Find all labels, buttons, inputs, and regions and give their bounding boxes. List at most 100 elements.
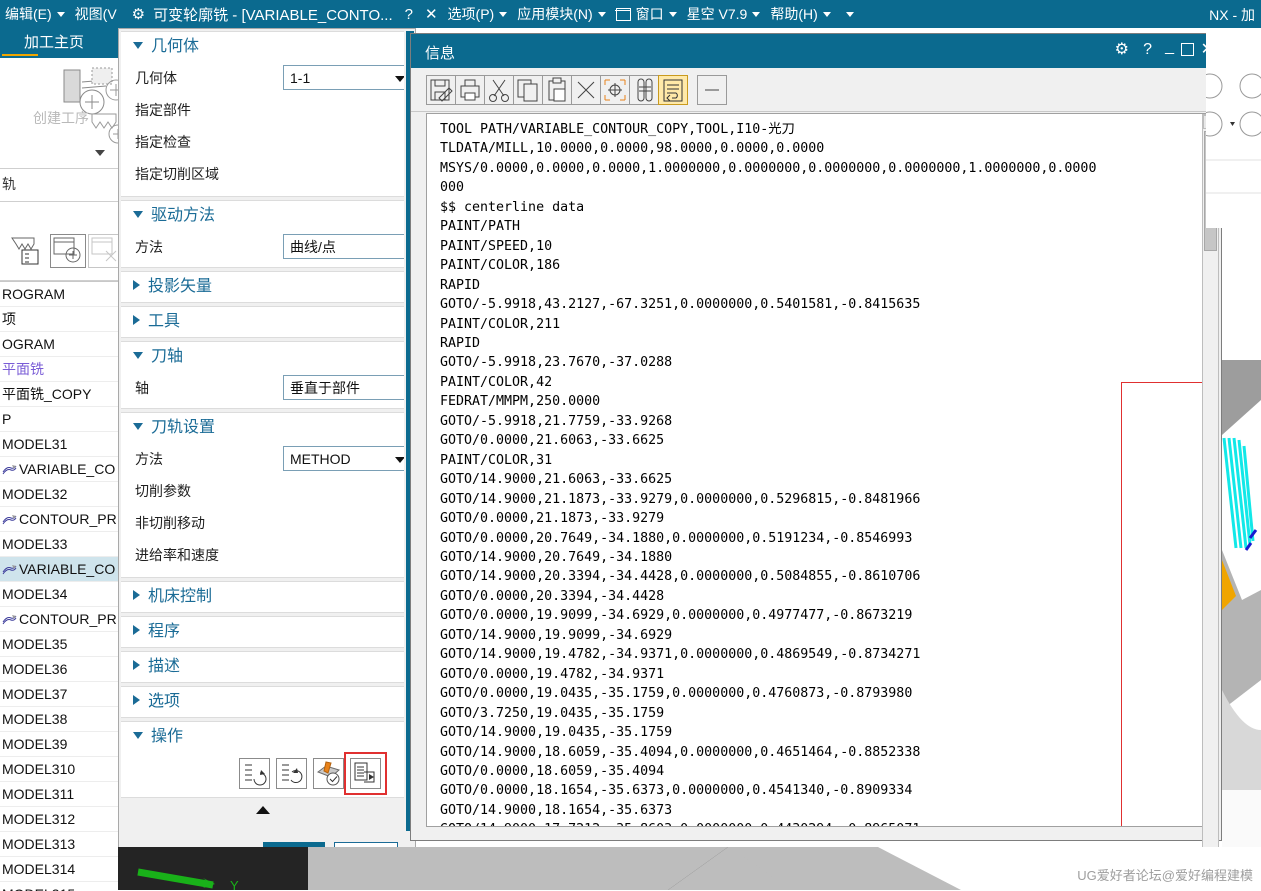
create-program-button[interactable] bbox=[50, 234, 86, 268]
group-description-header[interactable]: 描述 bbox=[121, 652, 404, 682]
group-drive-method-header[interactable]: 驱动方法 bbox=[121, 201, 404, 231]
specify-part-action[interactable]: 指定部件 bbox=[121, 94, 404, 126]
tree-row[interactable]: CONTOUR_PR bbox=[0, 507, 118, 532]
information-window-titlebar[interactable]: 信息 ⚙ ? _ ✕ bbox=[411, 34, 1219, 68]
svg-text:Y: Y bbox=[230, 878, 239, 890]
feeds-speeds-action[interactable]: 进给率和速度 bbox=[121, 539, 404, 571]
tree-row[interactable]: MODEL312 bbox=[0, 807, 118, 832]
save-as-icon[interactable] bbox=[426, 74, 456, 105]
tree-row[interactable]: VARIABLE_CO bbox=[0, 557, 118, 582]
tree-row[interactable]: OGRAM bbox=[0, 332, 118, 357]
tree-row-label: MODEL35 bbox=[2, 636, 68, 652]
group-tool-header[interactable]: 工具 bbox=[121, 307, 404, 337]
close-icon[interactable]: ✕ bbox=[425, 5, 438, 23]
tree-row-label: MODEL37 bbox=[2, 686, 68, 702]
tree-row[interactable]: CONTOUR_PR bbox=[0, 607, 118, 632]
tree-row[interactable]: MODEL31 bbox=[0, 432, 118, 457]
non-cutting-moves-label: 非切削移动 bbox=[135, 515, 205, 531]
graphics-viewport[interactable] bbox=[1222, 360, 1261, 860]
list-toolpath-button[interactable] bbox=[344, 752, 387, 795]
generate-toolpath-button[interactable] bbox=[239, 758, 270, 789]
tree-row[interactable]: P bbox=[0, 407, 118, 432]
tool-axis-select[interactable]: 垂直于部件 bbox=[283, 375, 404, 400]
tree-row[interactable]: MODEL32 bbox=[0, 482, 118, 507]
cutting-parameters-action[interactable]: 切削参数 bbox=[121, 475, 404, 507]
chevron-down-icon bbox=[822, 11, 831, 17]
group-program-header[interactable]: 程序 bbox=[121, 617, 404, 647]
cut-icon[interactable] bbox=[484, 74, 514, 105]
group-options-header[interactable]: 选项 bbox=[121, 687, 404, 717]
specify-cut-area-action[interactable]: 指定切削区域 bbox=[121, 158, 404, 190]
drive-method-select[interactable]: 曲线/点 bbox=[283, 234, 404, 259]
replay-toolpath-button[interactable] bbox=[276, 758, 307, 789]
group-tool-axis-header[interactable]: 刀轴 bbox=[121, 342, 404, 372]
tree-row[interactable]: MODEL313 bbox=[0, 832, 118, 857]
tree-row[interactable]: MODEL310 bbox=[0, 757, 118, 782]
tree-row[interactable]: 平面铣_COPY bbox=[0, 382, 118, 407]
minimize-icon[interactable]: _ bbox=[1165, 38, 1174, 56]
tree-row[interactable]: MODEL311 bbox=[0, 782, 118, 807]
print-icon[interactable] bbox=[455, 74, 485, 105]
toolpath-list-icon[interactable] bbox=[10, 234, 46, 268]
tree-row[interactable]: MODEL314 bbox=[0, 857, 118, 882]
group-actions-header[interactable]: 操作 bbox=[121, 722, 404, 752]
tree-row-label: MODEL31 bbox=[2, 436, 68, 452]
gear-icon[interactable]: ⚙ bbox=[132, 5, 145, 23]
menu-edit[interactable]: 编辑(E) bbox=[0, 0, 70, 28]
information-text-area[interactable]: TOOL PATH/VARIABLE_CONTOUR_COPY,TOOL,I10… bbox=[426, 113, 1206, 827]
tree-row[interactable]: MODEL35 bbox=[0, 632, 118, 657]
tree-row[interactable]: MODEL38 bbox=[0, 707, 118, 732]
maximize-icon[interactable] bbox=[1181, 43, 1194, 61]
help-icon[interactable]: ? bbox=[1143, 41, 1152, 59]
settings-icon[interactable]: ⚙ bbox=[1115, 41, 1129, 59]
delete-icon[interactable] bbox=[571, 74, 601, 105]
tab-file[interactable] bbox=[0, 28, 38, 58]
row-path-method: 方法 METHOD bbox=[121, 443, 404, 475]
copy-icon[interactable] bbox=[513, 74, 543, 105]
dialog-scroll-area[interactable]: 几何体 几何体 1-1 指定部件 指定检查 指定切削区域 驱动方法 方法 曲线/… bbox=[121, 31, 404, 831]
non-cutting-moves-action[interactable]: 非切削移动 bbox=[121, 507, 404, 539]
group-geometry-header[interactable]: 几何体 bbox=[121, 32, 404, 62]
tree-row[interactable]: VARIABLE_CO bbox=[0, 457, 118, 482]
tree-row-label: MODEL315 bbox=[2, 886, 75, 891]
paste-icon[interactable] bbox=[542, 74, 572, 105]
geometry-select[interactable]: 1-1 bbox=[283, 65, 404, 90]
group-machine-control-header[interactable]: 机床控制 bbox=[121, 582, 404, 612]
chevron-down-icon bbox=[133, 732, 143, 739]
tree-row[interactable]: MODEL37 bbox=[0, 682, 118, 707]
group-projection-vector-header[interactable]: 投影矢量 bbox=[121, 272, 404, 302]
select-all-icon[interactable] bbox=[600, 74, 630, 105]
tree-row-label: 平面铣 bbox=[2, 361, 44, 377]
tree-row[interactable]: 平面铣 bbox=[0, 357, 118, 382]
toolpath-icon bbox=[2, 609, 17, 625]
path-method-select[interactable]: METHOD bbox=[283, 446, 404, 471]
group-path-settings-header[interactable]: 刀轨设置 bbox=[121, 413, 404, 443]
specify-check-action[interactable]: 指定检查 bbox=[121, 126, 404, 158]
tree-row[interactable]: MODEL36 bbox=[0, 657, 118, 682]
menu-overflow[interactable] bbox=[836, 0, 859, 28]
dialog-collapse-bar[interactable] bbox=[121, 801, 404, 819]
toolpath-icon bbox=[2, 559, 17, 575]
menu-starsky[interactable]: 星空 V7.9 bbox=[682, 0, 766, 28]
tree-row[interactable]: MODEL34 bbox=[0, 582, 118, 607]
group-tool-axis: 刀轴 轴 垂直于部件 bbox=[121, 341, 404, 409]
ribbon-overflow-caret-icon[interactable] bbox=[95, 150, 105, 156]
menu-preferences[interactable]: 选项(P) bbox=[443, 0, 513, 28]
tree-row[interactable]: ROGRAM bbox=[0, 282, 118, 307]
word-wrap-icon[interactable] bbox=[658, 74, 688, 105]
separator-icon[interactable] bbox=[697, 74, 727, 105]
operation-navigator-tree[interactable]: ROGRAM 项 OGRAM 平面铣平面铣_COPY P MODEL31 VARIABLE_… bbox=[0, 281, 118, 891]
graphics-bottom-strip[interactable]: Y UG爱好者论坛@爱好编程建模 bbox=[118, 847, 1261, 890]
verify-toolpath-button[interactable] bbox=[313, 758, 344, 789]
tree-row[interactable]: 项 bbox=[0, 307, 118, 332]
menu-view-label: 视图(V bbox=[74, 6, 117, 22]
menu-window[interactable]: 窗口 bbox=[611, 0, 682, 28]
tree-row[interactable]: MODEL33 bbox=[0, 532, 118, 557]
menu-view[interactable]: 视图(V bbox=[70, 0, 122, 28]
help-icon[interactable]: ? bbox=[405, 6, 413, 23]
menu-application[interactable]: 应用模块(N) bbox=[512, 0, 610, 28]
find-icon[interactable] bbox=[629, 74, 659, 105]
menu-help[interactable]: 帮助(H) bbox=[765, 0, 835, 28]
tree-row[interactable]: MODEL39 bbox=[0, 732, 118, 757]
tab-machining-home[interactable]: 加工主页 bbox=[24, 31, 84, 52]
